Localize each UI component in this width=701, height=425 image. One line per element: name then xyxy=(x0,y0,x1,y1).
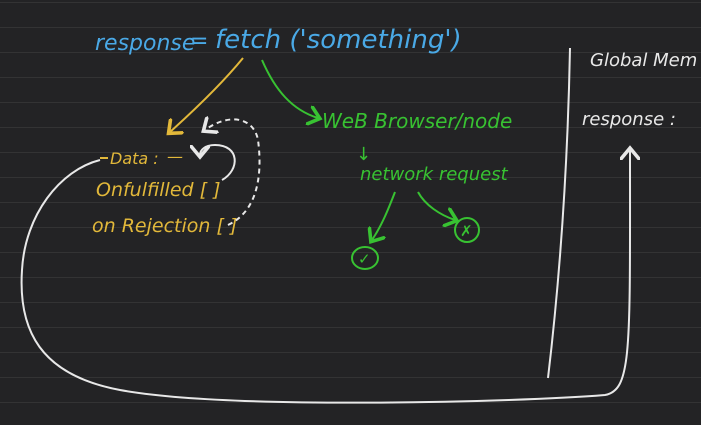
failure-circle: ✗ xyxy=(454,217,480,243)
response-variable-label: response xyxy=(95,31,195,56)
failure-x-icon: ✗ xyxy=(460,222,473,240)
global-memory-divider xyxy=(547,47,571,379)
success-branch-arrow xyxy=(372,191,396,240)
onfulfilled-label: Onfulfilled [ ] xyxy=(96,179,221,201)
failure-branch-arrow xyxy=(417,191,455,220)
equals-sign: = xyxy=(190,29,208,54)
global-memory-title: Global Mem xyxy=(590,50,697,71)
fulfill-curve-arrow xyxy=(200,143,236,181)
network-request-label: network request xyxy=(360,164,509,185)
fetch-call-label: fetch ('something') xyxy=(215,25,462,55)
down-arrow: ↓ xyxy=(356,144,371,165)
onrejection-label: on Rejection [ ] xyxy=(92,215,237,237)
success-circle: ✓ xyxy=(351,246,379,270)
assign-arrow xyxy=(170,57,244,132)
fetch-to-browser-arrow xyxy=(261,59,318,118)
web-browser-node-label: WeB Browser/node xyxy=(322,109,512,133)
data-label: Data : xyxy=(110,149,159,168)
global-memory-response-entry: response : xyxy=(582,109,676,130)
dashed-callback-arrow xyxy=(205,119,261,226)
success-check-icon: ✓ xyxy=(358,250,371,268)
whiteboard-canvas: response = fetch ('something') Data : — … xyxy=(20,25,697,404)
data-value: — xyxy=(167,147,183,166)
